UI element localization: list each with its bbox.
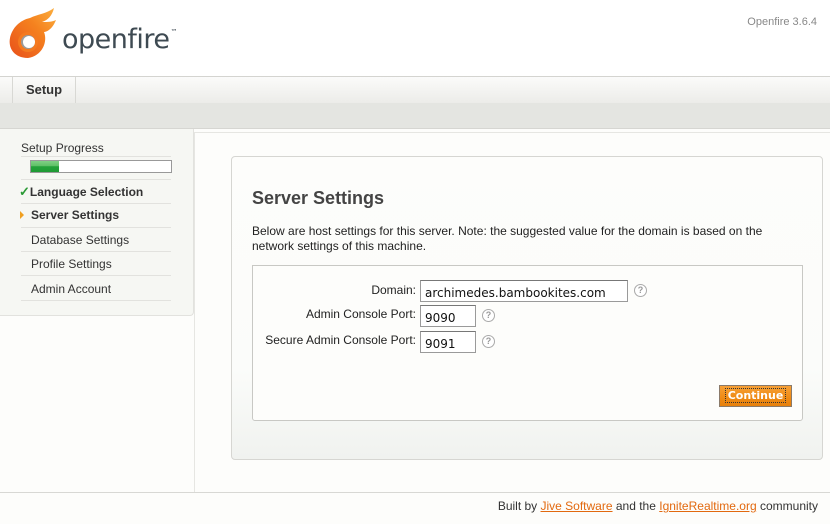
tab-bar: Setup: [0, 76, 830, 104]
version-label: Openfire 3.6.4: [747, 16, 817, 28]
domain-input[interactable]: [420, 280, 628, 302]
divider: [21, 179, 171, 180]
jive-software-link[interactable]: Jive Software: [541, 499, 613, 513]
logo-text: openfire™: [62, 24, 177, 55]
igniterealtime-link[interactable]: IgniteRealtime.org: [659, 499, 756, 513]
secure-admin-console-port-label: Secure Admin Console Port:: [265, 333, 416, 347]
sidebar-item-admin-account: Admin Account: [31, 282, 112, 296]
footer-divider: [0, 492, 830, 493]
divider: [21, 156, 171, 157]
divider: [21, 251, 171, 252]
arrow-right-icon: [20, 211, 24, 219]
sidebar-item-label: Language Selection: [29, 185, 144, 199]
divider: [21, 275, 171, 276]
sub-nav-bar: [0, 103, 830, 129]
admin-console-port-label: Admin Console Port:: [305, 307, 416, 321]
setup-progress-bar: [30, 160, 172, 173]
sidebar-item-profile-settings: Profile Settings: [31, 257, 112, 271]
continue-button-label: Continue: [724, 388, 787, 403]
help-icon[interactable]: ?: [634, 284, 647, 297]
footer: Built by Jive Software and the IgniteRea…: [498, 499, 818, 513]
header: openfire™ Openfire 3.6.4: [0, 0, 830, 76]
setup-progress-fill: [31, 161, 59, 172]
divider: [21, 227, 171, 228]
check-icon: ✓: [19, 184, 30, 199]
help-icon[interactable]: ?: [482, 335, 495, 348]
domain-label: Domain:: [371, 283, 416, 297]
divider: [21, 300, 171, 301]
logo-wordmark: openfire: [62, 24, 170, 55]
page-title: Server Settings: [252, 188, 385, 208]
secure-admin-console-port-input[interactable]: [420, 331, 476, 353]
footer-text: and the: [612, 499, 660, 513]
setup-progress-title: Setup Progress: [21, 141, 104, 155]
continue-button[interactable]: Continue: [719, 385, 792, 407]
help-icon[interactable]: ?: [482, 309, 495, 322]
trademark: ™: [170, 28, 178, 36]
openfire-logo-icon: [9, 8, 56, 58]
admin-console-port-input[interactable]: [420, 305, 476, 327]
sidebar-item-server-settings: Server Settings: [31, 208, 120, 222]
tab-setup[interactable]: Setup: [12, 77, 76, 103]
sidebar-item-language-selection: ✓Language Selection: [19, 184, 143, 200]
sidebar-item-database-settings: Database Settings: [31, 233, 130, 247]
page-description: Below are host settings for this server.…: [252, 224, 763, 253]
setup-progress-sidebar: Setup Progress ✓Language Selection Serve…: [0, 129, 194, 316]
footer-text: Built by: [497, 499, 541, 513]
divider: [21, 203, 171, 204]
footer-text: community: [756, 499, 818, 513]
